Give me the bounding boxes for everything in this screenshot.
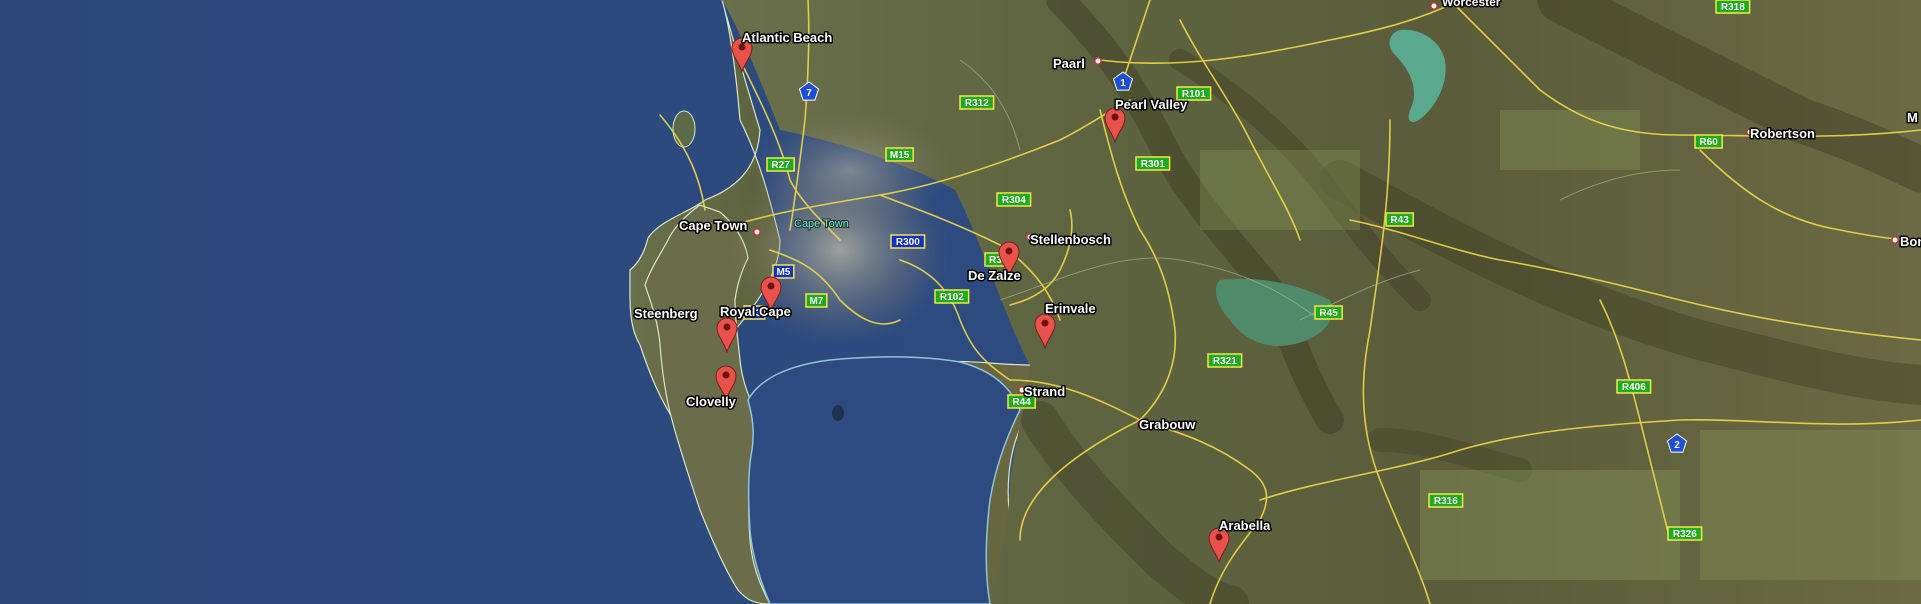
route-shield-r43: R43 <box>1385 212 1414 227</box>
national-shield-label: 7 <box>806 88 812 99</box>
robben-island <box>672 110 696 148</box>
false-bay <box>747 356 1021 604</box>
pin-hole <box>723 323 731 331</box>
place-grabouw[interactable]: Grabouw <box>1137 416 1198 434</box>
place-label: Worcester <box>1442 0 1501 9</box>
route-shield-label: R43 <box>1390 215 1409 226</box>
route-shield-r300: R300 <box>890 234 926 249</box>
place-label: Bon <box>1900 234 1921 249</box>
route-shield-label: R326 <box>1673 529 1697 540</box>
route-shield-label: R318 <box>1721 2 1745 13</box>
place-label: Cape Town <box>679 218 747 233</box>
route-shield-r318: R318 <box>1715 0 1751 14</box>
place-label: Robertson <box>1750 126 1815 141</box>
place-dot <box>1094 57 1102 65</box>
marker-label: Atlantic Beach <box>742 30 832 45</box>
route-shield-label: R45 <box>1319 308 1338 319</box>
marker-label: Pearl Valley <box>1115 97 1188 112</box>
marker-label: De Zalze <box>968 268 1021 283</box>
route-shield-r321: R321 <box>1207 353 1243 368</box>
place-label: M <box>1907 110 1918 125</box>
route-shield-r304: R304 <box>996 192 1032 207</box>
place-robertson[interactable]: Robertson <box>1746 125 1817 143</box>
route-shield-r27: R27 <box>766 157 795 172</box>
place-m-partial[interactable]: M <box>1906 109 1920 127</box>
route-shield-label: M5 <box>776 267 790 278</box>
map-canvas[interactable]: R318R312R101R27M15R301R304R300M5M3M7 R102… <box>0 0 1921 604</box>
place-label: Paarl <box>1053 56 1085 71</box>
pin-hole <box>722 371 730 379</box>
route-shield-label: R321 <box>1213 356 1237 367</box>
seal-island <box>832 405 844 421</box>
route-shield-label: R301 <box>1141 159 1165 170</box>
route-shield-label: R316 <box>1434 496 1458 507</box>
route-shield-label: M7 <box>809 296 823 307</box>
place-dot <box>753 228 761 236</box>
route-shield-label: R300 <box>896 237 920 248</box>
national-shield-label: 2 <box>1674 440 1680 451</box>
marker-label: Arabella <box>1219 518 1271 533</box>
route-shield-r326: R326 <box>1667 526 1703 541</box>
marker-label: Clovelly <box>686 394 737 409</box>
route-shield-r316: R316 <box>1428 493 1464 508</box>
route-shield-m5: M5 <box>772 264 795 279</box>
place-dot <box>1891 236 1899 244</box>
pin-hole <box>1215 533 1223 541</box>
national-shield-label: 1 <box>1120 78 1126 89</box>
route-shield-m15: M15 <box>885 147 914 162</box>
marker-label: Erinvale <box>1045 301 1096 316</box>
route-shield-label: R304 <box>1002 195 1026 206</box>
route-shield-label: R406 <box>1622 382 1646 393</box>
pin-hole <box>767 282 775 290</box>
place-strand[interactable]: Strand <box>1018 383 1067 401</box>
pin-hole <box>1005 247 1013 255</box>
pin-hole <box>1041 319 1049 327</box>
route-shield-r406: R406 <box>1616 379 1652 394</box>
route-shield-label: R60 <box>1699 137 1718 148</box>
route-shield-r45: R45 <box>1314 305 1343 320</box>
route-shield-m7: M7 <box>805 293 828 308</box>
route-shield-r60: R60 <box>1694 134 1723 149</box>
route-shield-label: R102 <box>940 292 964 303</box>
route-shield-label: M15 <box>890 150 910 161</box>
route-shield-r301: R301 <box>1135 156 1171 171</box>
area-label-cape-town-area: Cape Town <box>794 218 849 230</box>
marker-label: Steenberg <box>634 306 698 321</box>
marker-label: Royal Cape <box>720 304 791 319</box>
route-shield-r312: R312 <box>959 95 995 110</box>
place-worcester[interactable]: Worcester <box>1430 0 1502 11</box>
place-stellenbosch[interactable]: Stellenbosch <box>1026 231 1112 249</box>
place-label: Stellenbosch <box>1030 232 1111 247</box>
route-shield-label: R27 <box>771 160 790 171</box>
place-dot <box>1430 2 1438 10</box>
place-label: Grabouw <box>1139 417 1196 432</box>
pin-hole <box>1111 113 1119 121</box>
route-shield-r102: R102 <box>934 289 970 304</box>
satellite-map[interactable]: R318 R312 R101 R27 M15 R301 R304 R300 M5 M3 M7 R102… <box>0 0 1921 604</box>
place-label: Strand <box>1024 384 1065 399</box>
route-shield-label: R312 <box>965 98 989 109</box>
